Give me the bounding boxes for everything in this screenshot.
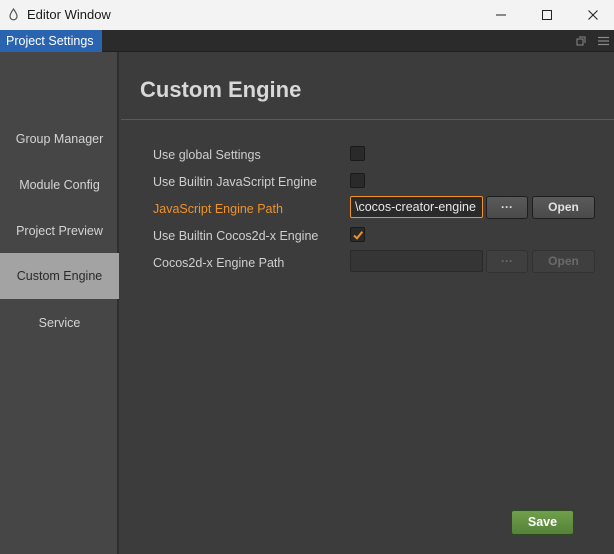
main-panel: Custom Engine Use global Settings Use Bu… xyxy=(121,52,614,554)
title-bar: Editor Window xyxy=(0,0,614,30)
close-icon xyxy=(588,10,598,20)
js-engine-open-button[interactable]: Open xyxy=(532,196,595,219)
sidebar-item-project-preview[interactable]: Project Preview xyxy=(0,208,119,254)
js-engine-path-input[interactable]: \cocos-creator-engine xyxy=(350,196,483,218)
maximize-icon xyxy=(542,10,552,20)
tab-project-settings[interactable]: Project Settings xyxy=(0,30,102,52)
js-engine-path-label: JavaScript Engine Path xyxy=(153,202,283,216)
checkmark-icon xyxy=(353,231,364,240)
sidebar-item-custom-engine[interactable]: Custom Engine xyxy=(0,253,119,299)
use-builtin-cocos2dx-label: Use Builtin Cocos2d-x Engine xyxy=(153,229,319,243)
use-builtin-js-label: Use Builtin JavaScript Engine xyxy=(153,175,317,189)
minimize-button[interactable] xyxy=(478,0,524,30)
use-global-settings-label: Use global Settings xyxy=(153,148,261,162)
sidebar-item-service[interactable]: Service xyxy=(0,300,119,346)
sidebar: Group Manager Module Config Project Prev… xyxy=(0,52,119,554)
popout-icon[interactable] xyxy=(570,30,592,52)
close-button[interactable] xyxy=(570,0,614,30)
sidebar-item-group-manager[interactable]: Group Manager xyxy=(0,116,119,162)
page-title: Custom Engine xyxy=(140,77,302,102)
cocos2dx-engine-path-label: Cocos2d-x Engine Path xyxy=(153,256,285,270)
cocos2dx-engine-browse-button[interactable]: ··· xyxy=(486,250,528,273)
window-title: Editor Window xyxy=(27,7,111,22)
tab-tools xyxy=(570,30,614,52)
maximize-button[interactable] xyxy=(524,0,570,30)
droplet-icon xyxy=(7,7,20,21)
js-engine-browse-button[interactable]: ··· xyxy=(486,196,528,219)
save-button[interactable]: Save xyxy=(511,510,574,535)
minimize-icon xyxy=(496,14,506,16)
sidebar-item-module-config[interactable]: Module Config xyxy=(0,162,119,208)
tab-strip: Project Settings xyxy=(0,30,614,52)
use-builtin-js-checkbox[interactable] xyxy=(350,173,365,188)
use-builtin-cocos2dx-checkbox[interactable] xyxy=(350,227,365,242)
menu-icon[interactable] xyxy=(592,30,614,52)
use-global-settings-checkbox[interactable] xyxy=(350,146,365,161)
cocos2dx-engine-open-button[interactable]: Open xyxy=(532,250,595,273)
title-divider xyxy=(121,119,614,120)
cocos2dx-engine-path-input[interactable] xyxy=(350,250,483,272)
